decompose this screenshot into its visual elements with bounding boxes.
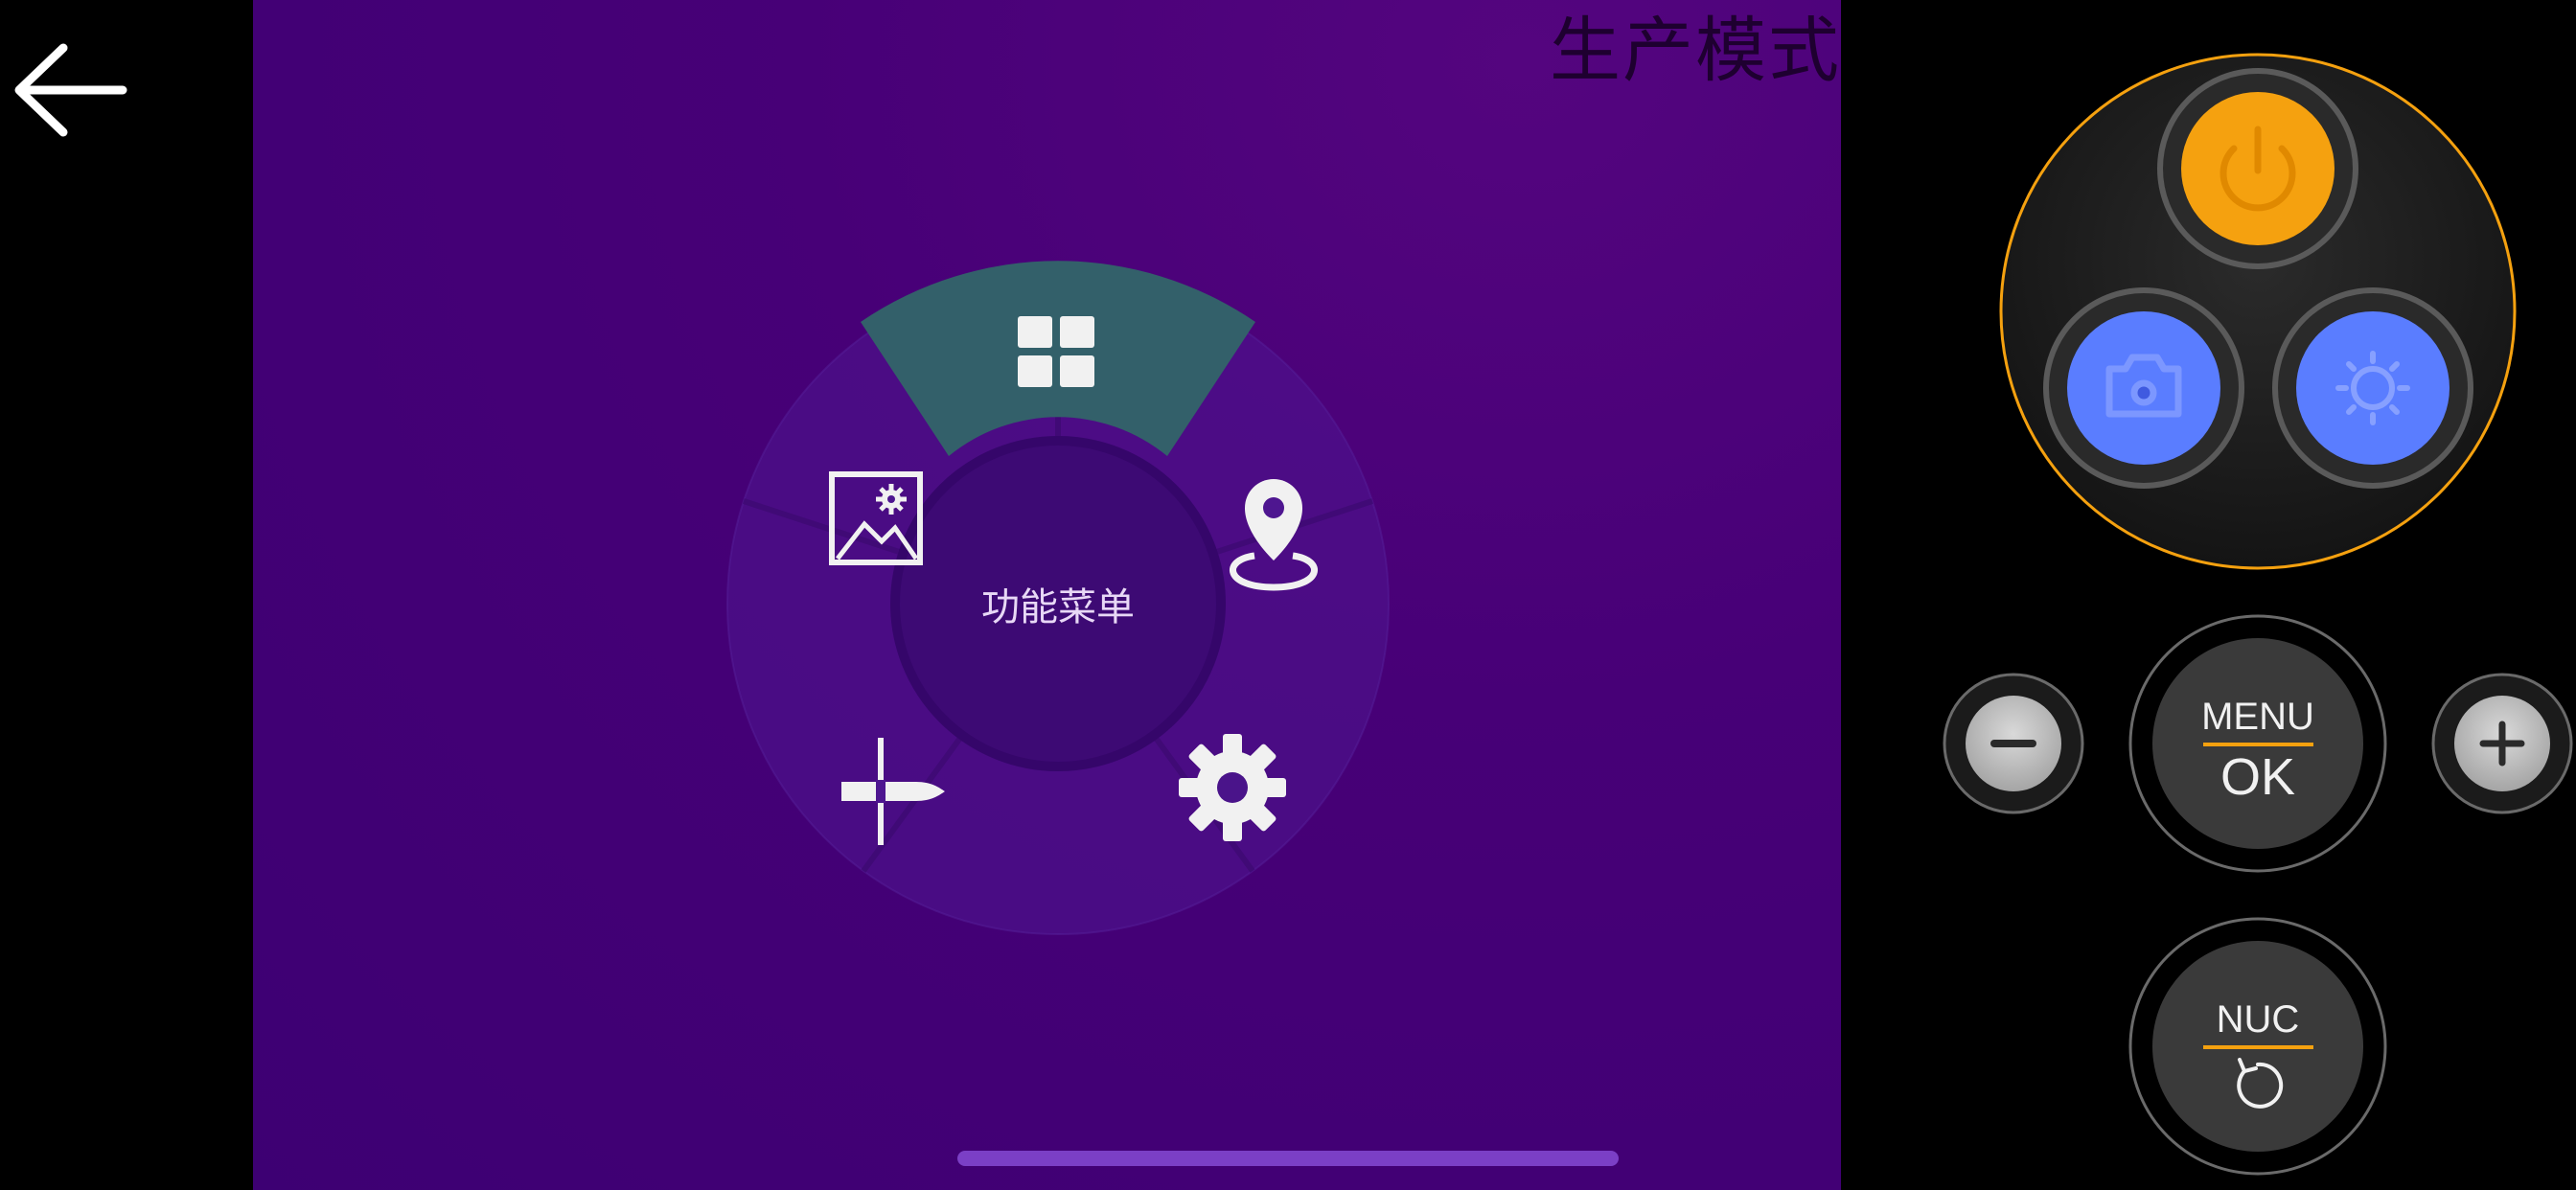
ok-label: OK: [2220, 748, 2296, 806]
nuc-button[interactable]: [2128, 917, 2387, 1176]
thermal-viewer: 生产模式 功能菜单: [253, 0, 1841, 1190]
power-button[interactable]: [2157, 68, 2358, 269]
radial-function-menu: 功能菜单: [713, 259, 1403, 949]
control-panel: MENU OK NUC: [1841, 0, 2576, 1190]
arrow-left-icon: [14, 43, 127, 137]
menu-ok-button[interactable]: [2128, 614, 2387, 873]
menu-label: MENU: [2201, 696, 2314, 738]
capture-button[interactable]: [2043, 287, 2244, 489]
mode-title: 生产模式: [1550, 10, 1841, 92]
zoom-out-button[interactable]: [1943, 673, 2084, 814]
zoom-in-button[interactable]: [2431, 673, 2573, 814]
home-indicator[interactable]: [957, 1151, 1619, 1166]
brightness-button[interactable]: [2272, 287, 2473, 489]
nuc-label: NUC: [2216, 998, 2300, 1041]
menu-item-settings[interactable]: [1179, 734, 1286, 841]
back-button[interactable]: [0, 38, 134, 153]
